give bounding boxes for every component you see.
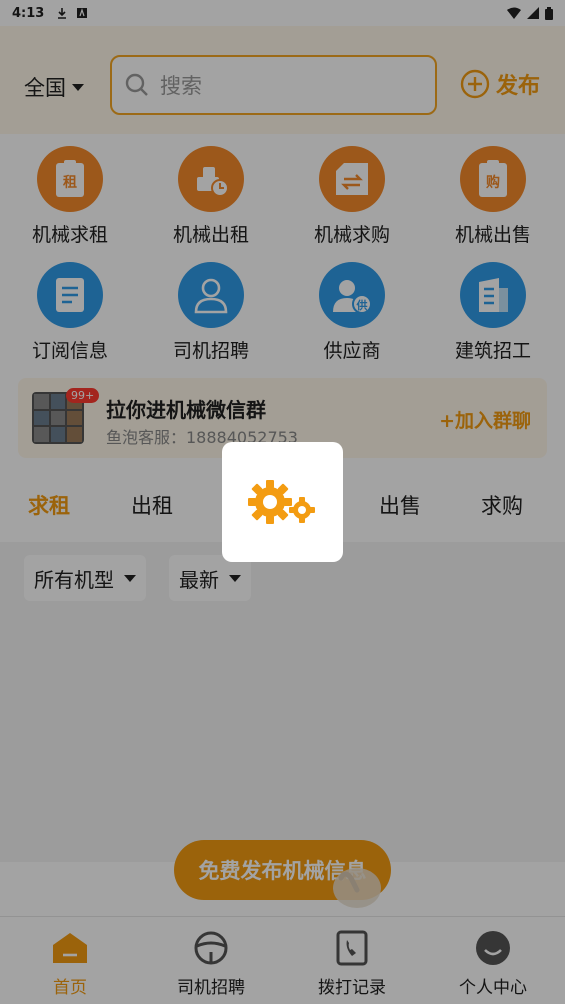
gears-loading-icon: [247, 480, 315, 524]
loading-dialog: [222, 442, 343, 562]
